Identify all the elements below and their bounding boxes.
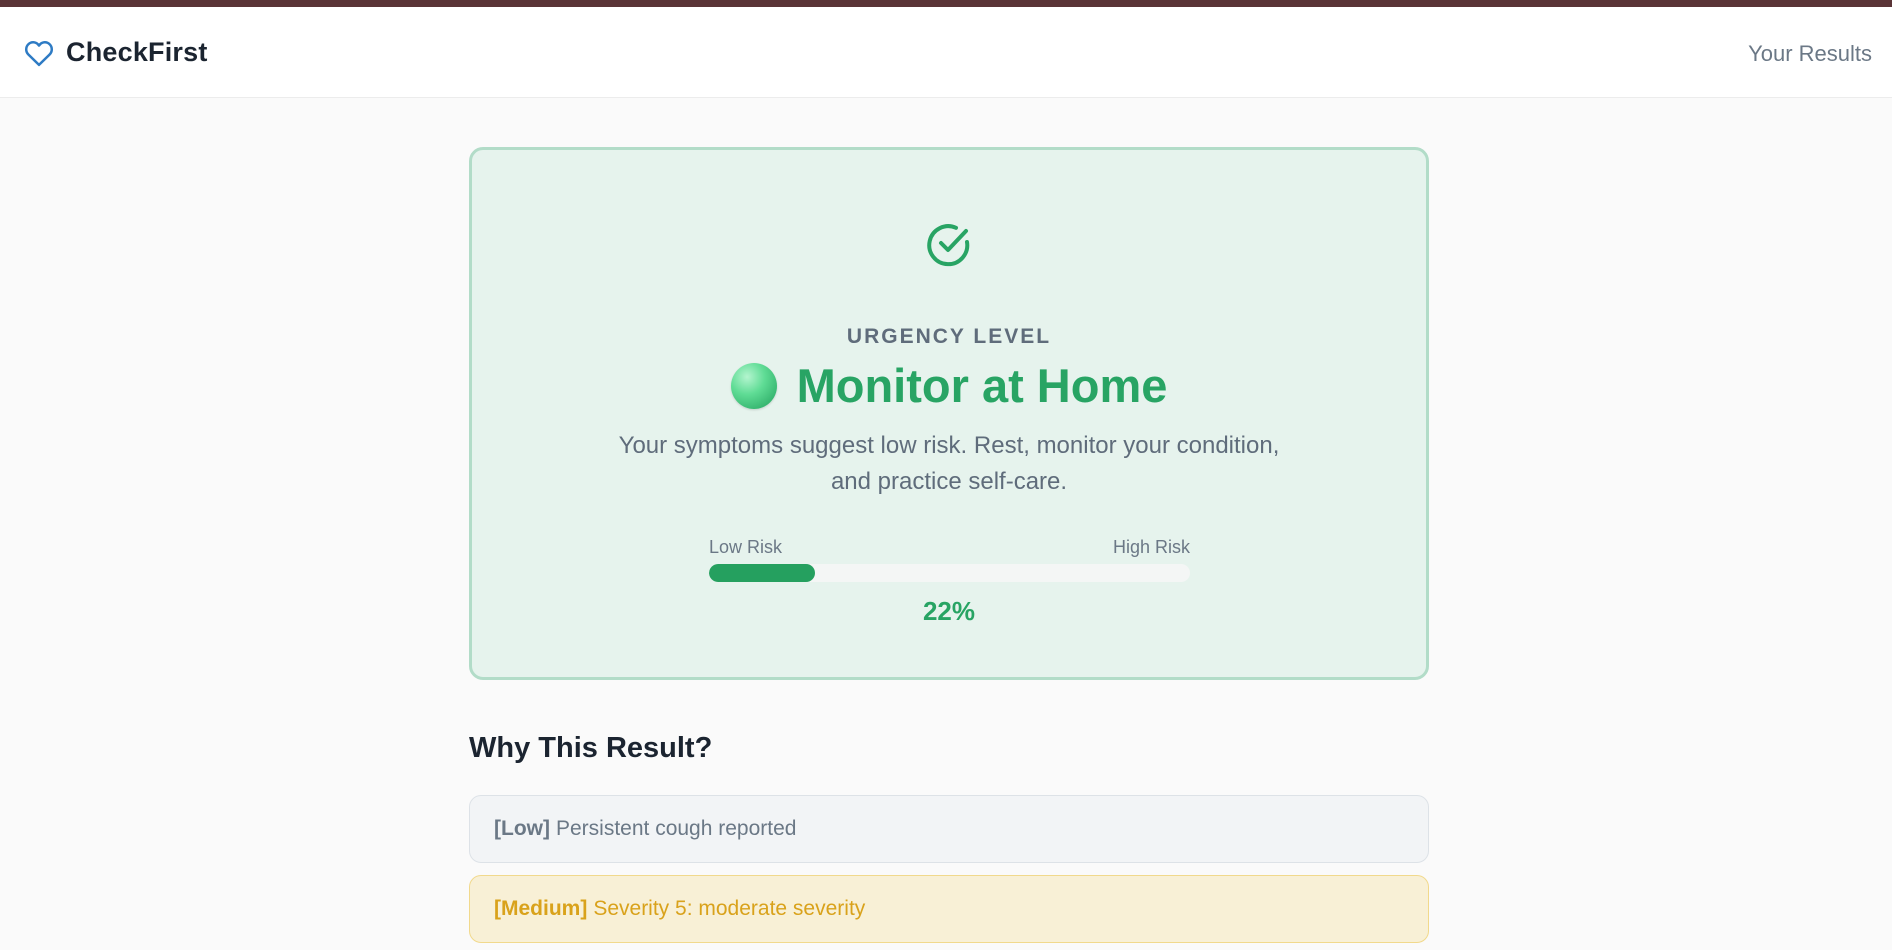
risk-meter-fill: [709, 564, 815, 582]
result-summary: Your symptoms suggest low risk. Rest, mo…: [618, 432, 1280, 495]
risk-meter: [709, 564, 1190, 582]
reason-text: Persistent cough reported: [555, 817, 797, 840]
top-accent-bar: [0, 0, 1892, 7]
status-orb-icon: [730, 362, 777, 409]
risk-percent: 22%: [922, 596, 976, 626]
risk-scale-labels: Low Risk High Risk: [709, 537, 1190, 558]
navbar: CheckFirst Your Results: [0, 7, 1892, 98]
check-circle-icon: [925, 221, 973, 269]
urgency-headline-row: Monitor at Home: [472, 358, 1426, 413]
brand-name: CheckFirst: [66, 37, 208, 67]
risk-low-label: Low Risk: [709, 537, 783, 557]
urgency-headline: Monitor at Home: [796, 359, 1168, 412]
reason-item-low: [Low] Persistent cough reported: [469, 795, 1429, 863]
urgency-result-card: URGENCY LEVEL Monitor at Home Your sympt…: [469, 147, 1429, 680]
reason-level-tag: [Low]: [494, 817, 550, 840]
heart-icon: [24, 39, 54, 67]
brand[interactable]: CheckFirst: [24, 37, 208, 68]
why-section-title: Why This Result?: [469, 732, 713, 764]
reason-level-tag: [Medium]: [494, 897, 588, 920]
reason-text: Severity 5: moderate severity: [593, 897, 866, 920]
risk-high-label: High Risk: [1112, 537, 1190, 557]
reason-item-medium: [Medium] Severity 5: moderate severity: [469, 875, 1429, 943]
urgency-level-label: URGENCY LEVEL: [846, 325, 1052, 348]
nav-your-results[interactable]: Your Results: [1748, 41, 1872, 67]
